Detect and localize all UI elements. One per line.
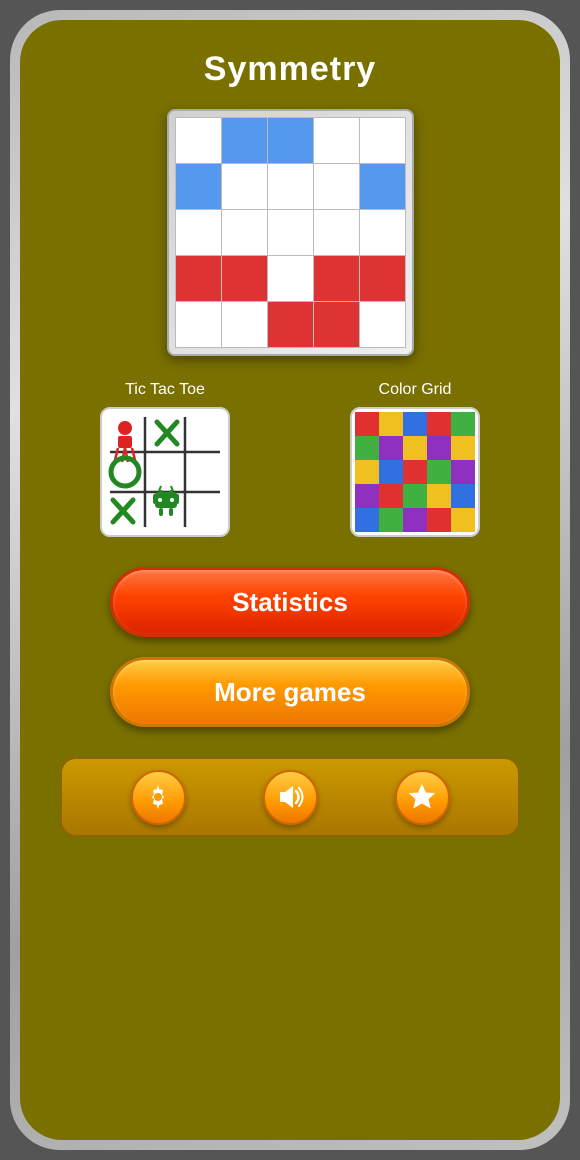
game-icons-row xyxy=(40,407,540,537)
sound-icon xyxy=(275,782,305,812)
more-games-button[interactable]: More games xyxy=(110,657,470,727)
color-grid-icon-box[interactable] xyxy=(350,407,480,537)
symmetry-grid-container xyxy=(167,109,414,356)
symmetry-grid xyxy=(175,117,406,348)
settings-button[interactable] xyxy=(131,770,186,825)
phone-inner: Symmetry Tic Tac Toe Color Grid xyxy=(20,20,560,1140)
color-grid-svg xyxy=(355,412,475,532)
star-icon xyxy=(407,782,437,812)
sound-button[interactable] xyxy=(263,770,318,825)
rate-button[interactable] xyxy=(395,770,450,825)
tic-tac-toe-icon-box[interactable] xyxy=(100,407,230,537)
tic-tac-toe-label: Tic Tac Toe xyxy=(75,381,255,399)
app-title: Symmetry xyxy=(204,50,376,89)
statistics-button[interactable]: Statistics xyxy=(110,567,470,637)
color-grid-label: Color Grid xyxy=(325,381,505,399)
phone-frame: Symmetry Tic Tac Toe Color Grid xyxy=(10,10,570,1150)
tic-tac-toe-svg xyxy=(105,412,225,532)
settings-icon xyxy=(143,782,173,812)
bottom-toolbar xyxy=(60,757,520,837)
game-labels: Tic Tac Toe Color Grid xyxy=(40,381,540,399)
